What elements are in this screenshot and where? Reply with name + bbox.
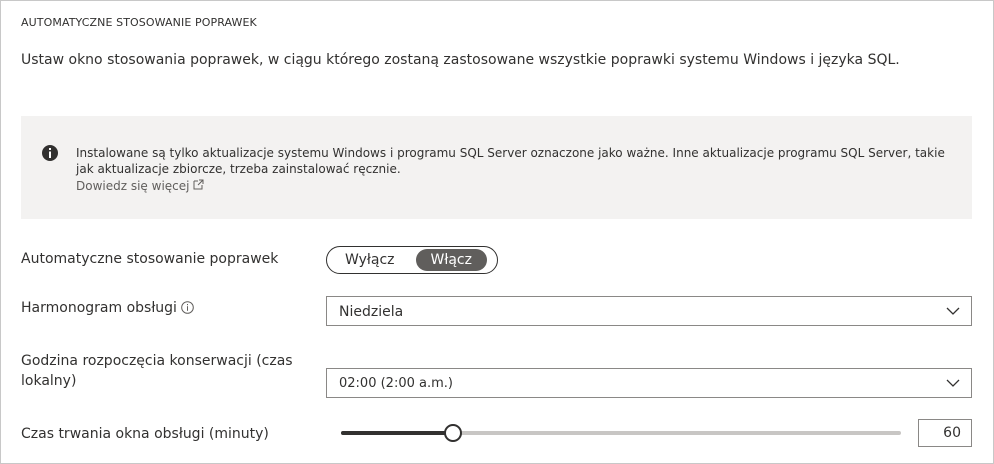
start-hour-dropdown-value: 02:00 (2:00 a.m.) <box>339 376 453 391</box>
external-link-icon <box>193 179 204 189</box>
auto-patching-label: Automatyczne stosowanie poprawek <box>21 251 279 267</box>
chevron-down-icon <box>946 307 960 315</box>
info-text: Instalowane są tylko aktualizacje system… <box>76 146 945 176</box>
duration-label: Czas trwania okna obsługi (minuty) <box>21 426 269 442</box>
start-hour-label: Godzina rozpoczęcia konserwacji (czas lo… <box>21 353 293 389</box>
description-text: Ustaw okno stosowania poprawek, w ciągu … <box>21 52 900 68</box>
info-box: Instalowane są tylko aktualizacje system… <box>21 116 972 219</box>
patching-panel: AUTOMATYCZNE STOSOWANIE POPRAWEK Ustaw o… <box>0 0 994 464</box>
schedule-dropdown[interactable]: Niedziela <box>326 296 972 326</box>
schedule-label-text: Harmonogram obsługi <box>21 300 177 316</box>
duration-slider[interactable] <box>341 424 901 442</box>
schedule-dropdown-value: Niedziela <box>339 304 404 320</box>
schedule-label: Harmonogram obsługi <box>21 298 194 318</box>
toggle-off-option[interactable]: Wyłącz <box>330 249 410 271</box>
info-filled-icon <box>42 145 58 161</box>
slider-fill <box>341 431 453 435</box>
section-title: AUTOMATYCZNE STOSOWANIE POPRAWEK <box>21 16 257 29</box>
slider-thumb[interactable] <box>444 424 462 442</box>
chevron-down-icon <box>946 379 960 387</box>
start-hour-dropdown[interactable]: 02:00 (2:00 a.m.) <box>326 368 972 398</box>
auto-patching-toggle[interactable]: Wyłącz Włącz <box>326 246 498 274</box>
duration-input[interactable] <box>918 419 972 447</box>
toggle-on-option[interactable]: Włącz <box>415 249 487 271</box>
learn-more-label: Dowiedz się więcej <box>76 179 190 193</box>
info-circle-icon[interactable] <box>181 301 194 314</box>
learn-more-link[interactable]: Dowiedz się więcej <box>76 178 204 194</box>
